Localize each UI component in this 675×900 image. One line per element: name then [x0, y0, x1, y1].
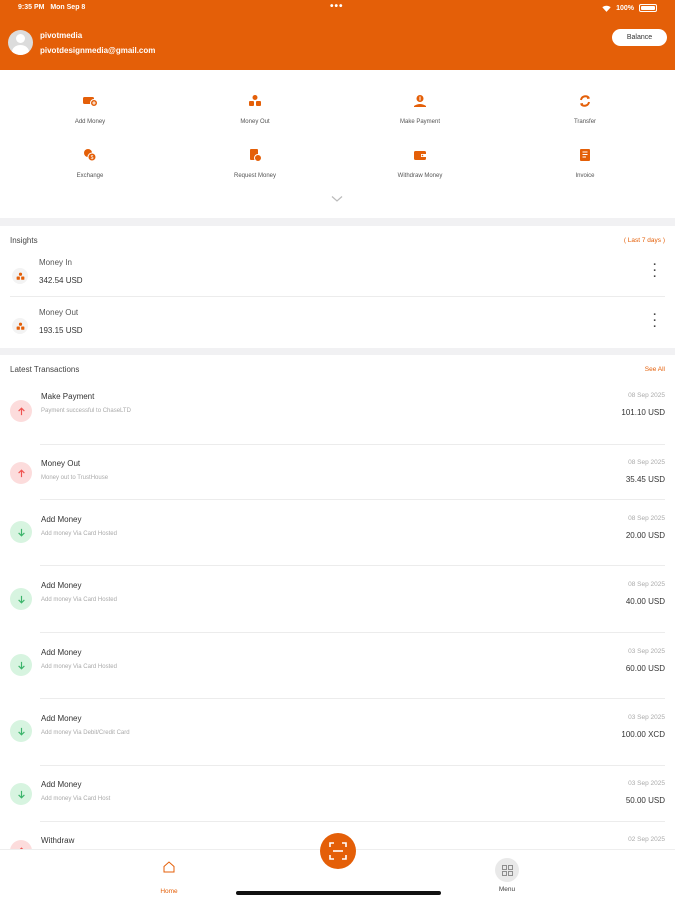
transfer-icon: [574, 90, 596, 112]
insight-row-money-out[interactable]: Money Out 193.15 USD · · ·: [0, 302, 675, 352]
arrow-down-icon: [10, 720, 32, 742]
money-out-icon: [12, 318, 28, 334]
add-money-icon: [79, 90, 101, 112]
arrow-up-icon: [10, 400, 32, 422]
request-money-icon: [244, 144, 266, 166]
transaction-row[interactable]: Add Money Add money Via Card Hosted 08 S…: [0, 515, 675, 581]
invoice-action[interactable]: Invoice: [505, 144, 665, 179]
insight-amount: 342.54 USD: [39, 276, 83, 285]
latest-transactions: Latest Transactions See All Make Payment…: [0, 355, 675, 850]
grid-icon: [495, 858, 519, 882]
transfer-action[interactable]: Transfer: [505, 90, 665, 125]
money-in-icon: [12, 268, 28, 284]
exchange-icon: $: [79, 144, 101, 166]
arrow-down-icon: [10, 783, 32, 805]
svg-text:$: $: [91, 155, 94, 161]
money-out-icon: [244, 90, 266, 112]
scan-icon: [329, 842, 347, 860]
money-out-action[interactable]: Money Out: [175, 90, 335, 125]
quick-actions-grid: Add Money Money Out Make Payment Transfe…: [0, 70, 675, 218]
add-money-action[interactable]: Add Money: [10, 90, 170, 125]
transaction-row[interactable]: Make Payment Payment successful to Chase…: [0, 392, 675, 458]
divider: [40, 565, 665, 566]
insights-card: Insights ( Last 7 days ) Money In 342.54…: [0, 226, 675, 348]
multitask-dots: •••: [330, 1, 344, 12]
nav-home[interactable]: Home: [153, 860, 185, 895]
exchange-action[interactable]: $ Exchange: [10, 144, 170, 179]
insight-row-money-in[interactable]: Money In 342.54 USD · · ·: [0, 252, 675, 302]
divider: [40, 499, 665, 500]
insight-amount: 193.15 USD: [39, 326, 83, 335]
more-vertical-icon[interactable]: · · ·: [653, 310, 657, 333]
balance-button[interactable]: Balance: [612, 29, 667, 46]
latest-title: Latest Transactions: [10, 365, 80, 374]
request-money-action[interactable]: Request Money: [175, 144, 335, 179]
transaction-row[interactable]: Add Money Add money Via Debit/Credit Car…: [0, 714, 675, 780]
battery-icon: [639, 4, 657, 12]
divider: [40, 444, 665, 445]
scan-qr-button[interactable]: [320, 833, 356, 869]
battery-percent: 100%: [616, 4, 634, 12]
divider: [40, 698, 665, 699]
invoice-icon: [574, 144, 596, 166]
status-time: 9:35 PM Mon Sep 8: [18, 4, 86, 11]
nav-menu[interactable]: Menu: [490, 858, 524, 893]
insight-label: Money Out: [39, 308, 79, 317]
make-payment-icon: [409, 90, 431, 112]
divider: [40, 821, 665, 822]
user-name: pivotmedia: [40, 31, 83, 40]
divider: [40, 765, 665, 766]
make-payment-action[interactable]: Make Payment: [340, 90, 500, 125]
transaction-row[interactable]: Add Money Add money Via Card Hosted 03 S…: [0, 648, 675, 714]
insights-range-link[interactable]: ( Last 7 days ): [624, 237, 665, 244]
insights-title: Insights: [10, 236, 38, 245]
arrow-up-icon: [10, 462, 32, 484]
arrow-down-icon: [10, 654, 32, 676]
insight-label: Money In: [39, 258, 72, 267]
transaction-row[interactable]: Add Money Add money Via Card Hosted 08 S…: [0, 581, 675, 647]
divider: [10, 296, 665, 297]
user-email: pivotdesignmedia@gmail.com: [40, 46, 156, 55]
more-vertical-icon[interactable]: · · ·: [653, 260, 657, 283]
divider: [40, 632, 665, 633]
nav-home-label: Home: [160, 888, 178, 895]
app-header: 9:35 PM Mon Sep 8 ••• 100% pivotmedia pi…: [0, 0, 675, 70]
home-indicator: [236, 891, 441, 895]
home-icon: [163, 861, 175, 873]
arrow-down-icon: [10, 588, 32, 610]
wifi-icon: [602, 5, 611, 12]
status-right: 100%: [602, 4, 657, 12]
avatar[interactable]: [8, 30, 33, 55]
withdraw-money-action[interactable]: Withdraw Money: [340, 144, 500, 179]
status-bar: 9:35 PM Mon Sep 8 ••• 100%: [0, 1, 675, 14]
withdraw-money-icon: [409, 144, 431, 166]
nav-menu-label: Menu: [498, 886, 516, 893]
arrow-down-icon: [10, 521, 32, 543]
see-all-link[interactable]: See All: [645, 366, 665, 373]
chevron-down-icon[interactable]: [331, 195, 343, 203]
